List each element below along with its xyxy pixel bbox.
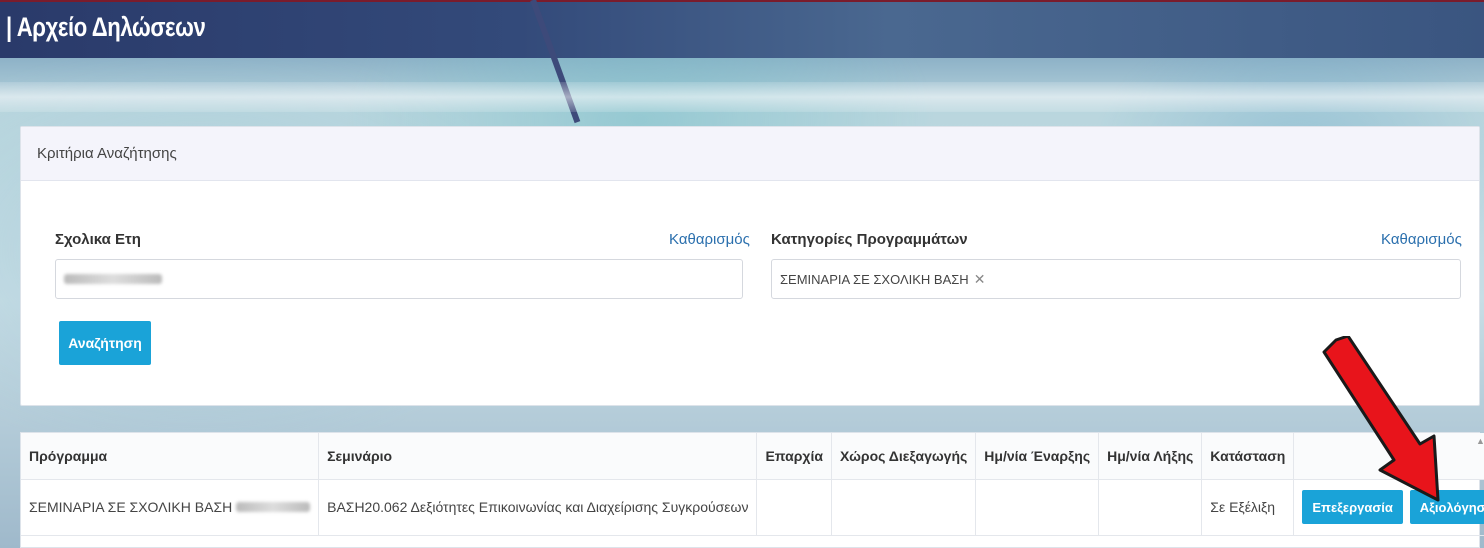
column-header-start-date[interactable]: Ημ/νία Έναρξης [975,433,1100,480]
column-header-seminar[interactable]: Σεμινάριο [318,433,758,480]
column-header-program[interactable]: Πρόγραμμα [21,433,320,480]
program-categories-clear-link[interactable]: Καθαρισμός [1381,231,1462,248]
table-row: ΣΕΜΙΝΑΡΙΑ ΣΕ ΣΧΟΛΙΚΗ ΒΑΣΗ ΒΑΣΗ20.062 Δεξ… [21,479,1484,536]
school-years-clear-link[interactable]: Καθαρισμός [669,231,750,248]
cell-seminar: ΒΑΣΗ20.062 Δεξιότητες Επικοινωνίας και Δ… [318,479,758,536]
cell-program: ΣΕΜΙΝΑΡΙΑ ΣΕ ΣΧΟΛΙΚΗ ΒΑΣΗ [21,479,320,536]
red-arrow-icon [1322,336,1440,502]
program-categories-select[interactable]: ΣΕΜΙΝΑΡΙΑ ΣΕ ΣΧΟΛΙΚΗ ΒΑΣΗ ✕ [771,259,1461,299]
cell-venue [831,479,977,536]
search-criteria-panel: Κριτήρια Αναζήτησης Σχολικα Ετη Καθαρισμ… [20,126,1480,406]
cell-end-date [1098,479,1203,536]
school-years-chip[interactable] [64,274,167,284]
cell-status: Σε Εξέλιξη [1201,479,1295,536]
school-years-select[interactable] [55,259,743,299]
search-button[interactable]: Αναζήτηση [59,321,151,365]
program-category-chip[interactable]: ΣΕΜΙΝΑΡΙΑ ΣΕ ΣΧΟΛΙΚΗ ΒΑΣΗ ✕ [780,271,985,288]
cell-province [756,479,832,536]
blurred-year-value [64,274,162,284]
program-categories-label: Κατηγορίες Προγραμμάτων [771,231,968,248]
results-table: Πρόγραμμα Σεμινάριο Επαρχία Χώρος Διεξαγ… [20,432,1484,548]
close-icon[interactable]: ✕ [974,271,986,288]
panel-header: Κριτήρια Αναζήτησης [21,127,1479,181]
cell-start-date [975,479,1100,536]
column-header-venue[interactable]: Χώρος Διεξαγωγής [831,433,977,480]
scroll-indicator-icon[interactable]: ▲ [1476,436,1484,446]
school-years-label: Σχολικα Ετη [55,231,141,248]
table-header-row: Πρόγραμμα Σεμινάριο Επαρχία Χώρος Διεξαγ… [21,433,1484,480]
title-bar: | Αρχείο Δηλώσεων [0,2,1484,58]
panel-header-label: Κριτήρια Αναζήτησης [37,145,177,162]
page-title: | Αρχείο Δηλώσεων [6,12,206,42]
column-header-end-date[interactable]: Ημ/νία Λήξης [1098,433,1203,480]
column-header-status[interactable]: Κατάσταση [1201,433,1295,480]
column-header-province[interactable]: Επαρχία [756,433,832,480]
blurred-year-value [236,502,311,512]
decorative-strip [0,82,1484,112]
